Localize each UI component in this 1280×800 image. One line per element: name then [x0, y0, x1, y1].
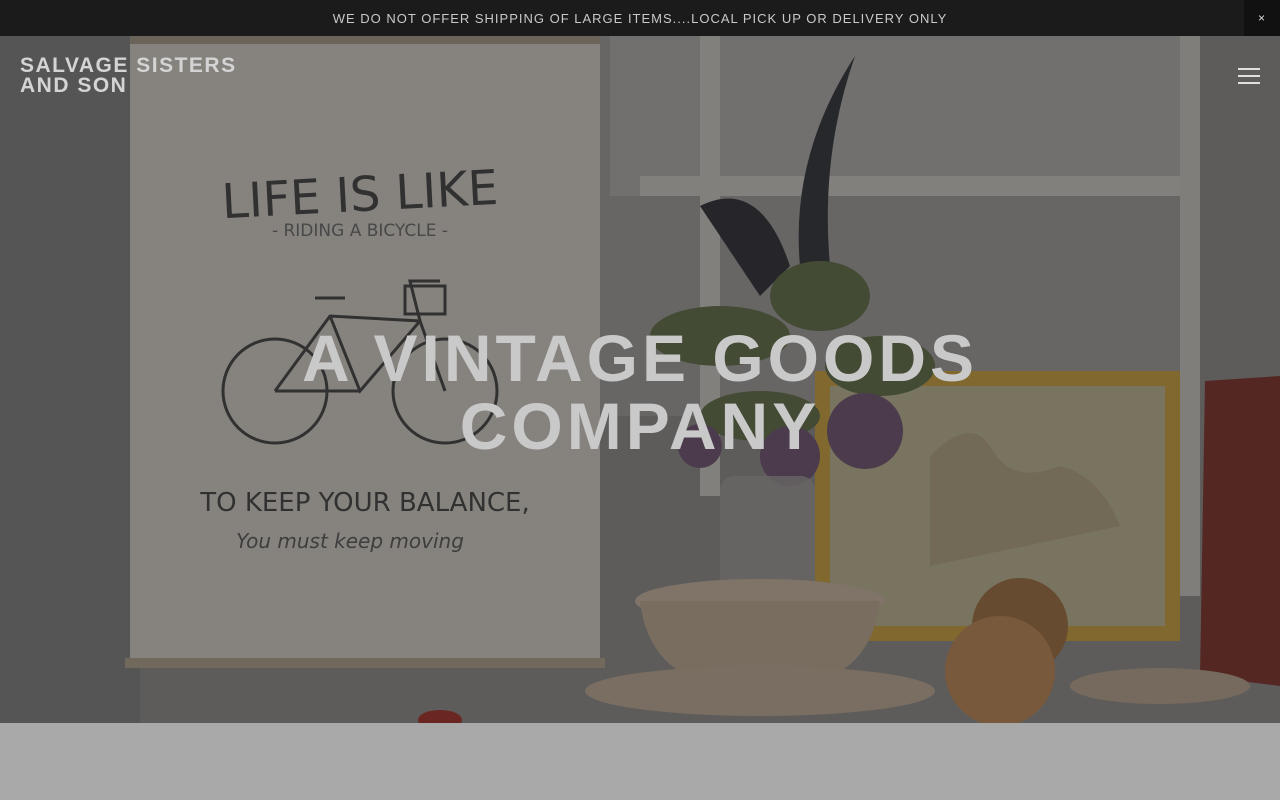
- hero-headline: A VINTAGE GOODS COMPANY: [0, 324, 1280, 460]
- close-announcement-button[interactable]: ×: [1244, 0, 1280, 36]
- announcement-bar: WE DO NOT OFFER SHIPPING OF LARGE ITEMS.…: [0, 0, 1280, 36]
- logo-line-2: AND SON: [20, 74, 128, 97]
- content-section: [0, 723, 1280, 800]
- headline-line-1: A VINTAGE GOODS: [301, 321, 979, 395]
- announcement-text: WE DO NOT OFFER SHIPPING OF LARGE ITEMS.…: [332, 10, 948, 26]
- logo-line-1: SALVAGE SISTERS: [20, 54, 237, 77]
- close-icon: ×: [1257, 11, 1266, 25]
- menu-button[interactable]: [1238, 68, 1260, 84]
- headline-line-2: COMPANY: [459, 389, 821, 463]
- hamburger-menu-icon: [1238, 68, 1260, 84]
- hero-banner: LIFE IS LIKE - RIDING A BICYCLE - TO KEE…: [0, 36, 1280, 723]
- site-logo[interactable]: SALVAGE SISTERS AND SON: [20, 54, 237, 97]
